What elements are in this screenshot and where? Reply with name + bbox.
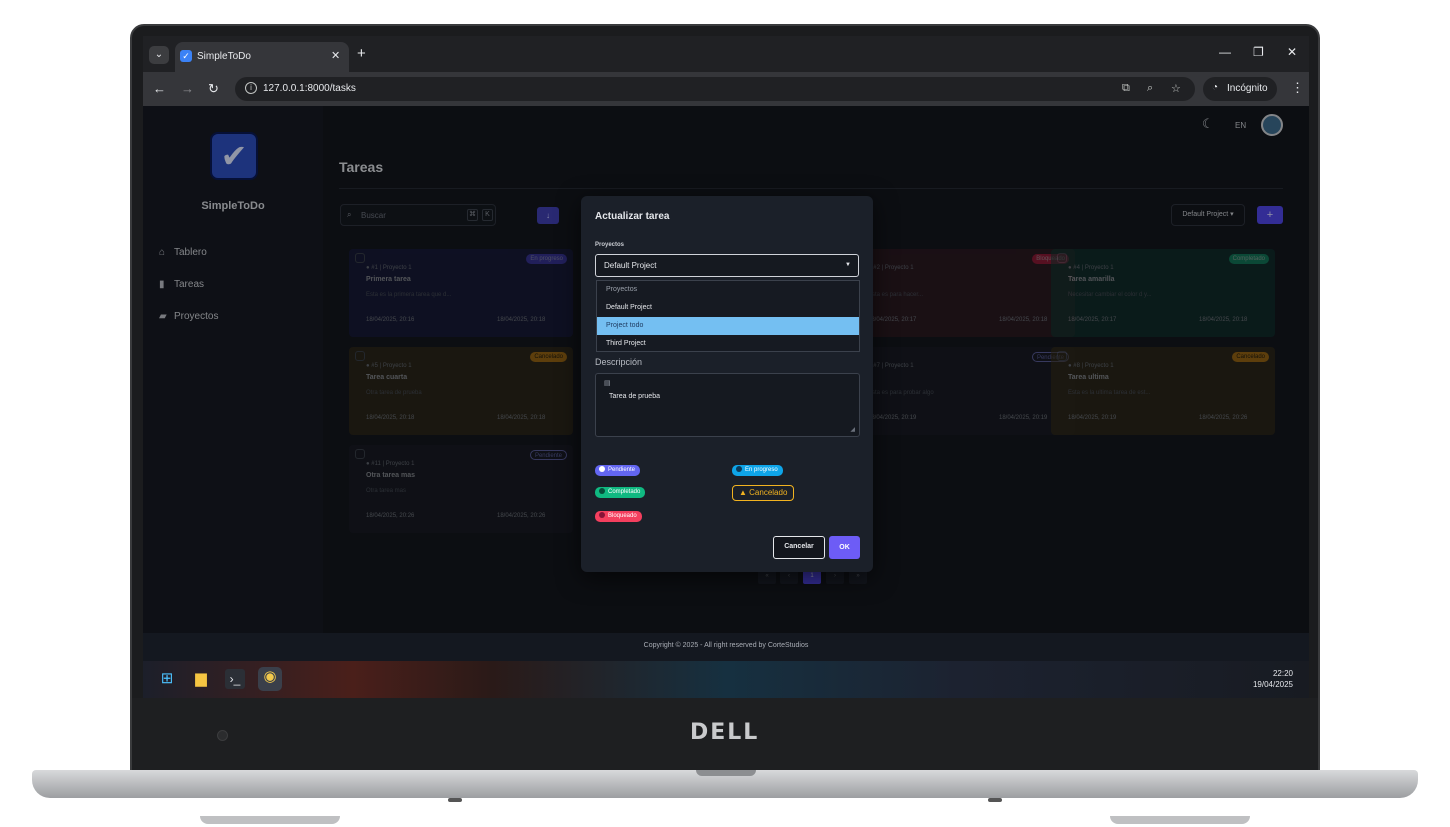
minimize-icon[interactable]: —	[1219, 45, 1231, 59]
url-text[interactable]: 127.0.0.1:8000/tasks	[263, 83, 356, 94]
system-clock[interactable]: 22:20 19/04/2025	[1253, 668, 1293, 690]
forward-arrow-icon[interactable]: →	[181, 81, 194, 96]
status-label: Pendiente	[608, 467, 636, 473]
heart-icon	[599, 512, 605, 518]
resize-handle-icon[interactable]: ◢	[850, 426, 855, 433]
file-explorer-icon[interactable]: ▆	[191, 669, 211, 689]
status-option-pendiente[interactable]: Pendiente	[595, 465, 641, 476]
info-icon[interactable]: i	[245, 82, 257, 94]
project-dropdown-list: Proyectos Default Project Project todo T…	[596, 280, 860, 352]
zoom-icon[interactable]: ⌕	[1147, 82, 1153, 95]
back-arrow-icon[interactable]: ←	[153, 81, 166, 96]
progress-icon	[736, 466, 742, 472]
reload-icon[interactable]: ↻	[208, 81, 219, 97]
description-textarea[interactable]: ▤ Tarea de prueba ◢	[595, 373, 860, 437]
ok-button[interactable]: OK	[829, 536, 860, 559]
close-window-icon[interactable]: ✕	[1287, 45, 1297, 59]
dropdown-option-header: Proyectos	[606, 286, 638, 293]
status-option-cancelado[interactable]: ▲ Cancelado	[732, 485, 795, 501]
status-option-bloqueado[interactable]: Bloqueado	[595, 511, 642, 522]
status-label: Completado	[608, 489, 641, 495]
laptop-vent-left	[448, 798, 462, 802]
incognito-badge[interactable]: ◔ Incógnito	[1203, 77, 1277, 101]
checkbox-icon: ✓	[180, 50, 192, 62]
status-label: Bloqueado	[608, 513, 637, 519]
incognito-icon: ◔	[1212, 82, 1219, 93]
more-menu-icon[interactable]: ⋮	[1291, 80, 1304, 96]
terminal-icon[interactable]: ›_	[225, 669, 245, 689]
project-select-value: Default Project	[604, 261, 657, 270]
description-value: Tarea de prueba	[609, 393, 660, 400]
tab-search-button[interactable]: ⌄	[149, 46, 169, 64]
browser-tab[interactable]: ✓ SimpleToDo ✕	[175, 42, 349, 72]
windows-start-icon[interactable]: ⊞	[157, 669, 177, 689]
project-label: Proyectos	[595, 242, 625, 248]
chrome-icon[interactable]: ◉	[258, 667, 282, 691]
cancel-button[interactable]: Cancelar	[773, 536, 825, 559]
laptop-notch	[696, 770, 756, 776]
clock-time: 22:20	[1272, 669, 1293, 678]
tab-title: SimpleToDo	[197, 51, 251, 62]
camera-icon	[217, 730, 228, 741]
laptop-foot-right	[1110, 816, 1250, 824]
modal-title: Actualizar tarea	[595, 211, 670, 222]
clock-date: 19/04/2025	[1252, 680, 1293, 689]
address-bar[interactable]: i 127.0.0.1:8000/tasks ⧉ ⌕ ☆	[235, 77, 1195, 101]
dropdown-option[interactable]: Third Project	[597, 335, 859, 353]
dropdown-option[interactable]: Default Project	[597, 299, 859, 317]
laptop-foot-left	[200, 816, 340, 824]
project-select[interactable]: Default Project ▼	[595, 254, 859, 277]
status-label: En progreso	[745, 467, 778, 473]
plus-icon[interactable]: +	[357, 45, 366, 62]
description-label: Descripción	[595, 357, 643, 367]
footer-copyright: Copyright © 2025 - All right reserved by…	[643, 642, 809, 649]
clock-icon	[599, 466, 605, 472]
footer: Copyright © 2025 - All right reserved by…	[143, 633, 1309, 661]
restore-icon[interactable]: ❐	[1253, 45, 1264, 59]
status-option-completado[interactable]: Completado	[595, 487, 646, 498]
warning-icon: ▲	[739, 488, 750, 497]
laptop-vent-right	[988, 798, 1002, 802]
document-icon: ▤	[604, 380, 611, 387]
status-option-en-progreso[interactable]: En progreso	[732, 465, 783, 476]
screen: ⌄ ✓ SimpleToDo ✕ + — ❐ ✕ ← → ↻ i 127.0.0…	[143, 36, 1309, 698]
translate-icon[interactable]: ⧉	[1122, 82, 1130, 95]
incognito-label: Incógnito	[1227, 83, 1268, 94]
update-task-modal: Actualizar tarea Proyectos Default Proje…	[581, 196, 873, 572]
chevron-down-icon: ▼	[845, 262, 851, 268]
dropdown-option-highlighted[interactable]: Project todo	[597, 317, 859, 335]
brand-logo: DELL	[690, 720, 760, 745]
star-icon[interactable]: ☆	[1171, 82, 1181, 95]
browser-tabbar: ⌄ ✓ SimpleToDo ✕ + — ❐ ✕	[143, 36, 1309, 72]
status-label: Cancelado	[749, 488, 788, 497]
close-icon[interactable]: ✕	[331, 49, 340, 62]
os-taskbar: ⊞ ▆ ›_ ◉ 22:20 19/04/2025	[143, 661, 1309, 698]
browser-toolbar: ← → ↻ i 127.0.0.1:8000/tasks ⧉ ⌕ ☆ ◔ Inc…	[143, 72, 1309, 106]
check-icon	[599, 488, 605, 494]
